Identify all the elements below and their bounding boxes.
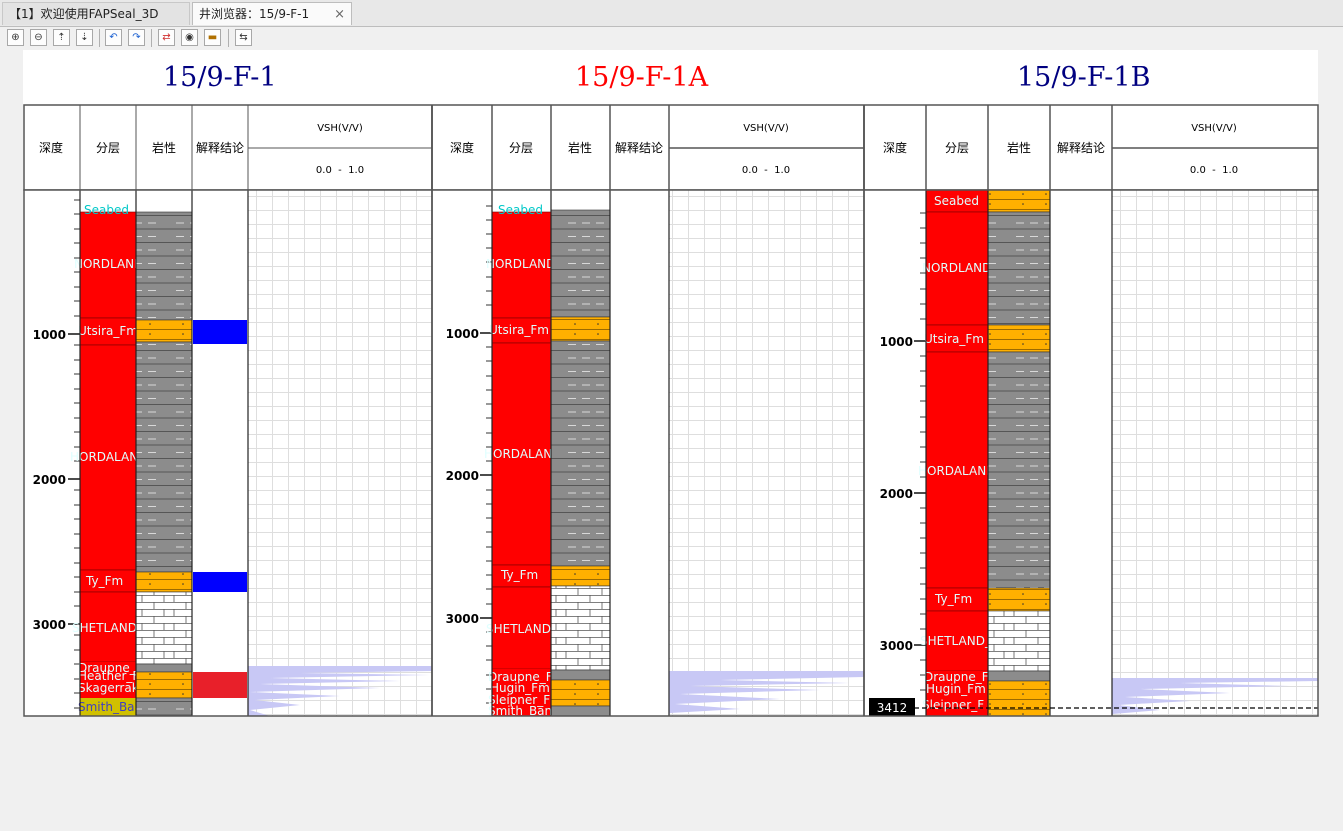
interp-block-w1-2 <box>193 672 247 698</box>
header-range-2: 0.0 - 1.0 <box>742 165 790 176</box>
depth-label-1000-w2: 1000 <box>446 327 479 341</box>
depth-label-3000-w3: 3000 <box>880 639 913 653</box>
header-curve-1: VSH(V/V) <box>317 123 363 134</box>
depth-label-3000-w2: 3000 <box>446 612 479 626</box>
depth-label-1000-w1: 1000 <box>33 328 66 342</box>
header-lithology-1: 岩性 <box>152 140 176 155</box>
formation-label-w3-0: Seabed <box>934 194 979 208</box>
depth-label-2000-w3: 2000 <box>880 487 913 501</box>
header-curve-3: VSH(V/V) <box>1191 123 1237 134</box>
formation-label-w2-0: Seabed <box>498 203 543 217</box>
header-formation-2: 分层 <box>509 141 533 155</box>
panel-headers: 深度 分层 岩性 解释结论 VSH(V/V) 0.0 - 1.0 深度 分层 岩… <box>23 104 1319 191</box>
vsh-grid-3 <box>1112 190 1318 716</box>
formation-label-w3-2: Utsira_Fm <box>924 332 984 346</box>
interp-block-w1-1 <box>193 572 247 592</box>
formation-label-w2-5: SHETLAND_ <box>486 622 558 636</box>
depth-label-2000-w1: 2000 <box>33 473 66 487</box>
header-lithology-3: 岩性 <box>1007 140 1031 155</box>
formation-label-w1-4: Ty_Fm <box>85 574 123 588</box>
header-interp-2: 解释结论 <box>615 141 663 155</box>
formation-label-w3-4: Ty_Fm <box>934 592 972 606</box>
depth-cursor-label: 3412 <box>877 701 908 715</box>
header-interp-3: 解释结论 <box>1057 141 1105 155</box>
header-range-3: 0.0 - 1.0 <box>1190 165 1238 176</box>
interp-block-w1-0 <box>193 320 247 344</box>
header-lithology-2: 岩性 <box>568 140 592 155</box>
header-interp-1: 解释结论 <box>196 141 244 155</box>
header-depth-2: 深度 <box>450 140 474 155</box>
well-panels: 深度 分层 岩性 解释结论 VSH(V/V) 0.0 - 1.0 深度 分层 岩… <box>23 104 1319 717</box>
well-2-tracks: 1000 2000 3000 Seabed NORDLAND_ Utsira_F… <box>432 190 864 716</box>
well-3-tracks: 1000 2000 3000 Seabed NORDLAND_G Utsira_… <box>864 190 1318 716</box>
depth-label-3000-w1: 3000 <box>33 618 66 632</box>
header-formation-3: 分层 <box>945 141 969 155</box>
vsh-grid-2 <box>669 190 864 716</box>
header-range-1: 0.0 - 1.0 <box>316 165 364 176</box>
header-formation-1: 分层 <box>96 141 120 155</box>
formation-label-w1-0: Seabed <box>84 203 129 217</box>
depth-label-2000-w2: 2000 <box>446 469 479 483</box>
depth-label-1000-w3: 1000 <box>880 335 913 349</box>
header-depth-1: 深度 <box>39 140 63 155</box>
formation-label-w2-4: Ty_Fm <box>500 568 538 582</box>
formation-label-w2-2: Utsira_Fm <box>489 323 549 337</box>
formation-label-w1-2: Utsira_Fm <box>78 324 138 338</box>
header-depth-3: 深度 <box>883 140 907 155</box>
header-curve-2: VSH(V/V) <box>743 123 789 134</box>
well-1-tracks: 1000 2000 3000 Seabed NORDLAND_ Utsira_F… <box>24 190 432 716</box>
formation-label-w1-5: SHETLAND_ <box>72 621 144 635</box>
formation-label-w3-7: Hugin_Fm <box>926 682 986 696</box>
formation-label-w3-8: Sleipner_F <box>922 698 984 712</box>
vsh-grid-1 <box>248 190 432 716</box>
